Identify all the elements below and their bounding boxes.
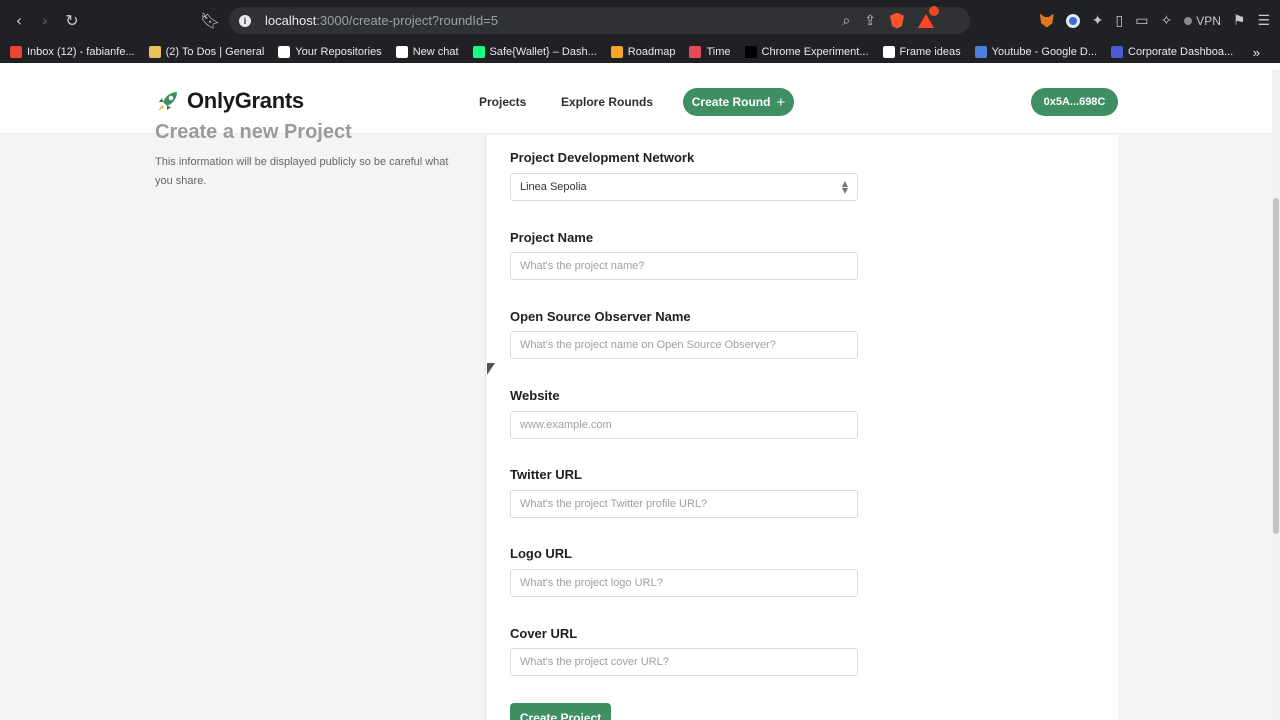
vpn-button[interactable]: VPN xyxy=(1184,14,1221,28)
reload-icon[interactable]: ↻ xyxy=(59,7,85,33)
network-label: Project Development Network xyxy=(510,150,695,165)
bookmark-label: Frame ideas xyxy=(899,46,961,58)
page-title: Create a new Project xyxy=(155,121,352,143)
bookmarks-bar: Inbox (12) - fabianfe... (2) To Dos | Gen… xyxy=(0,41,1280,63)
create-round-label: Create Round xyxy=(691,95,771,109)
oso-name-input[interactable] xyxy=(510,331,858,359)
forward-icon[interactable]: › xyxy=(32,7,58,33)
bookmark-icon[interactable]: 🔖︎ xyxy=(197,7,223,33)
safe-icon xyxy=(472,46,485,58)
bookmark-item[interactable]: Safe{Wallet} – Dash... xyxy=(472,46,597,58)
wallet-icon[interactable]: ▭ xyxy=(1135,13,1148,29)
logo-text: OnlyGrants xyxy=(187,88,304,113)
sidebar-icon[interactable]: ▯ xyxy=(1116,13,1124,29)
create-round-button[interactable]: Create Round + xyxy=(683,88,794,116)
project-name-input[interactable] xyxy=(510,252,858,280)
bookmark-label: New chat xyxy=(412,46,459,58)
logo[interactable]: OnlyGrants xyxy=(155,88,304,114)
page-scrollbar[interactable] xyxy=(1272,70,1280,720)
vpn-status-icon xyxy=(1184,16,1193,25)
network-value: Linea Sepolia xyxy=(520,181,587,193)
page-top-edge xyxy=(0,63,1280,70)
vpn-label: VPN xyxy=(1196,13,1221,28)
address-bar[interactable]: i localhost:3000/create-project?roundId=… xyxy=(229,5,970,34)
network-select[interactable]: Linea Sepolia ▲ ▼ xyxy=(510,173,858,201)
rocket-icon xyxy=(158,92,177,111)
bookmark-item[interactable]: (2) To Dos | General xyxy=(148,46,265,58)
note-icon xyxy=(148,46,161,58)
browser-toolbar: ‹ › ↻ 🔖︎ i localhost:3000/create-project… xyxy=(0,0,1280,41)
cover-url-label: Cover URL xyxy=(510,626,578,641)
url-path: :3000/create-project?roundId=5 xyxy=(316,13,499,28)
github-icon xyxy=(882,46,895,58)
url-host: localhost xyxy=(265,13,317,28)
share-icon[interactable]: ⇪ xyxy=(864,13,876,29)
bookmark-label: (2) To Dos | General xyxy=(165,46,265,58)
bookmark-item[interactable]: Time xyxy=(689,46,731,58)
bookmark-item[interactable]: Frame ideas xyxy=(882,46,961,58)
oso-name-label: Open Source Observer Name xyxy=(510,309,691,324)
logo-url-label: Logo URL xyxy=(510,546,573,561)
bookmarks-overflow-icon[interactable]: » xyxy=(1253,45,1260,60)
bookmark-item[interactable]: Your Repositories xyxy=(278,46,382,58)
dashboard-icon xyxy=(1111,46,1124,58)
site-info-icon[interactable]: i xyxy=(239,14,251,27)
metamask-icon[interactable] xyxy=(1039,13,1054,28)
openai-icon xyxy=(395,46,408,58)
bookmark-label: Your Repositories xyxy=(295,46,382,58)
twitter-label: Twitter URL xyxy=(510,467,582,482)
brave-shields-icon[interactable] xyxy=(890,12,904,29)
plus-icon: + xyxy=(776,93,786,111)
bookmark-label: Chrome Experiment... xyxy=(761,46,869,58)
bookmark-item[interactable]: Youtube - Google D... xyxy=(974,46,1098,58)
extension-icon[interactable] xyxy=(1065,13,1080,28)
create-project-button[interactable]: Create Project xyxy=(510,703,611,720)
project-name-label: Project Name xyxy=(510,230,594,245)
docs-icon xyxy=(974,46,987,58)
logo-url-input[interactable] xyxy=(510,569,858,597)
leo-icon[interactable]: ✧ xyxy=(1160,13,1172,29)
bookmark-item[interactable]: Chrome Experiment... xyxy=(744,46,869,58)
website-input[interactable] xyxy=(510,411,858,439)
profile-icon[interactable]: ⚑ xyxy=(1233,13,1246,29)
twitter-input[interactable] xyxy=(510,490,858,518)
gmail-icon xyxy=(10,46,22,58)
time-icon xyxy=(689,46,702,58)
cover-url-input[interactable] xyxy=(510,648,858,676)
e-icon xyxy=(744,46,757,58)
wallet-button[interactable]: 0x5A...698C xyxy=(1031,88,1118,116)
mouse-cursor-icon xyxy=(487,363,495,375)
nav-projects[interactable]: Projects xyxy=(479,95,526,109)
scroll-thumb[interactable] xyxy=(1273,198,1279,534)
bookmark-label: Youtube - Google D... xyxy=(991,46,1098,58)
website-label: Website xyxy=(510,388,560,403)
bookmark-item[interactable]: Corporate Dashboa... xyxy=(1111,46,1233,58)
bookmark-label: Safe{Wallet} – Dash... xyxy=(489,46,597,58)
chevron-updown-icon: ▲ ▼ xyxy=(841,179,848,195)
github-icon xyxy=(278,46,291,58)
bookmark-item[interactable]: Roadmap xyxy=(610,46,676,58)
zoom-icon[interactable]: ⌕ xyxy=(842,13,850,29)
bookmark-label: Corporate Dashboa... xyxy=(1128,46,1234,58)
rocket-icon xyxy=(610,46,623,58)
menu-icon[interactable]: ☰ xyxy=(1257,13,1270,29)
bookmark-label: Roadmap xyxy=(627,46,676,58)
puzzle-icon[interactable]: ✦ xyxy=(1092,13,1104,29)
bookmark-item[interactable]: New chat xyxy=(395,46,459,58)
bookmark-item[interactable]: Inbox (12) - fabianfe... xyxy=(10,46,135,58)
brave-rewards-icon[interactable] xyxy=(918,5,939,28)
page-subtitle: This information will be displayed publi… xyxy=(155,156,449,187)
nav-explore-rounds[interactable]: Explore Rounds xyxy=(561,95,653,109)
bookmark-label: Inbox (12) - fabianfe... xyxy=(27,46,135,58)
back-icon[interactable]: ‹ xyxy=(6,7,32,33)
bookmark-label: Time xyxy=(706,46,731,58)
